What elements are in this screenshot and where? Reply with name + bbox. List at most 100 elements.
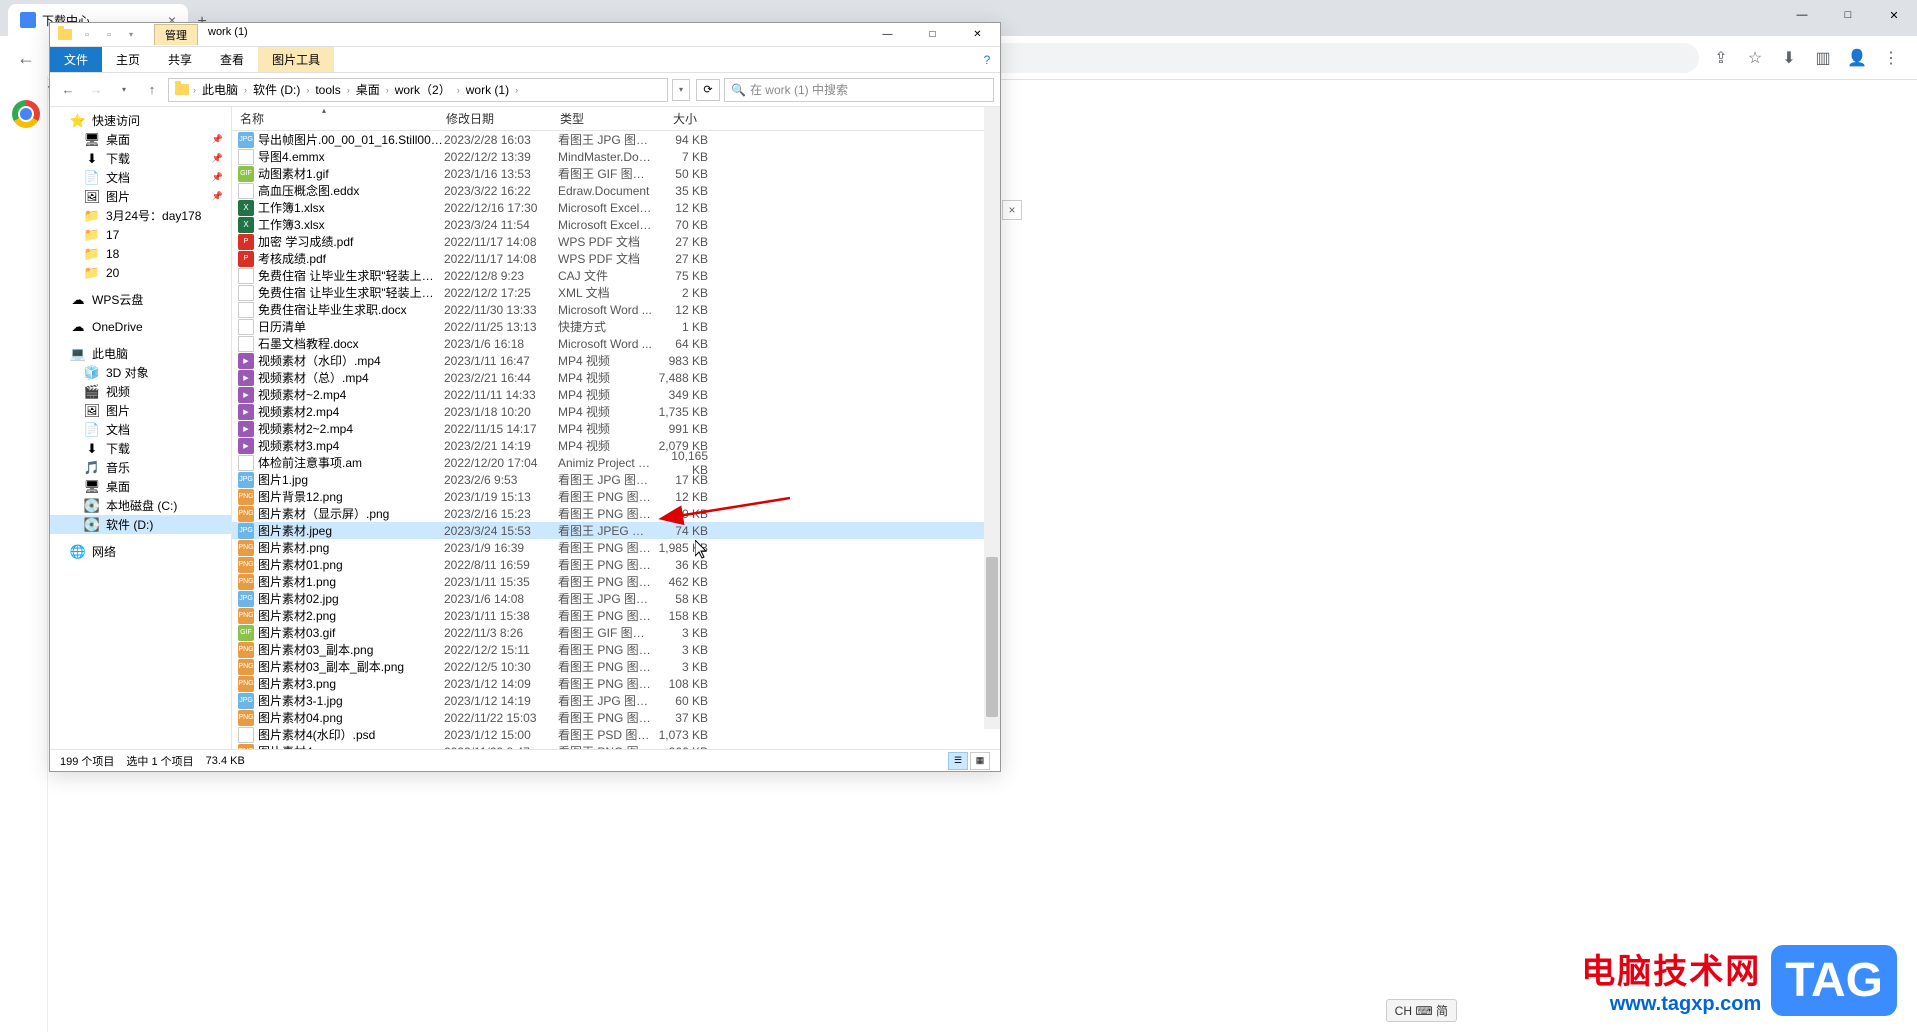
breadcrumb[interactable]: › 此电脑›软件 (D:)›tools›桌面›work（2）›work (1)›: [168, 78, 668, 102]
file-list[interactable]: JPG 导出帧图片.00_00_01_16.Still001.jpg 2023/…: [232, 131, 1000, 749]
ribbon-tab-file[interactable]: 文件: [50, 47, 102, 72]
column-date[interactable]: 修改日期: [438, 110, 552, 127]
back-button[interactable]: ←: [12, 44, 40, 72]
file-row[interactable]: 导图4.emmx 2022/12/2 13:39 MindMaster.Doc.…: [232, 148, 1000, 165]
file-row[interactable]: X 工作簿1.xlsx 2022/12/16 17:30 Microsoft E…: [232, 199, 1000, 216]
file-row[interactable]: JPG 图片素材.jpeg 2023/3/24 15:53 看图王 JPEG 图…: [232, 522, 1000, 539]
minimize-button[interactable]: —: [865, 23, 910, 47]
nav-item[interactable]: 💻此电脑: [50, 344, 231, 363]
scrollbar[interactable]: [984, 107, 1000, 729]
ribbon-tab-view[interactable]: 查看: [206, 47, 258, 72]
share-icon[interactable]: ⇪: [1707, 44, 1735, 72]
nav-item[interactable]: 📁17: [50, 225, 231, 244]
file-row[interactable]: PNG 图片素材.png 2023/1/9 16:39 看图王 PNG 图片..…: [232, 539, 1000, 556]
nav-up-button[interactable]: ↑: [140, 78, 164, 102]
breadcrumb-dropdown[interactable]: ▾: [672, 79, 690, 101]
file-row[interactable]: P 加密 学习成绩.pdf 2022/11/17 14:08 WPS PDF 文…: [232, 233, 1000, 250]
breadcrumb-segment[interactable]: 软件 (D:): [249, 81, 304, 98]
file-row[interactable]: PNG 图片素材4.png 2022/11/29 8:47 看图王 PNG 图片…: [232, 743, 1000, 749]
file-row[interactable]: 免费住宿让毕业生求职.docx 2022/11/30 13:33 Microso…: [232, 301, 1000, 318]
search-input[interactable]: 🔍 在 work (1) 中搜索: [724, 78, 994, 102]
nav-item[interactable]: 📁18: [50, 244, 231, 263]
file-row[interactable]: PNG 图片背景12.png 2023/1/19 15:13 看图王 PNG 图…: [232, 488, 1000, 505]
menu-icon[interactable]: ⋮: [1877, 44, 1905, 72]
help-icon[interactable]: ?: [974, 47, 1000, 72]
file-row[interactable]: 免费住宿 让毕业生求职"轻装上阵".xml 2022/12/2 17:25 XM…: [232, 284, 1000, 301]
file-row[interactable]: 高血压概念图.eddx 2023/3/22 16:22 Edraw.Docume…: [232, 182, 1000, 199]
close-button[interactable]: ✕: [955, 23, 1000, 47]
file-row[interactable]: ▶ 视频素材（水印）.mp4 2023/1/11 16:47 MP4 视频 98…: [232, 352, 1000, 369]
nav-item[interactable]: 📁20: [50, 263, 231, 282]
breadcrumb-segment[interactable]: 此电脑: [198, 81, 242, 98]
scrollbar-thumb[interactable]: [986, 557, 998, 717]
nav-item[interactable]: 🖼图片: [50, 401, 231, 420]
file-row[interactable]: JPG 导出帧图片.00_00_01_16.Still001.jpg 2023/…: [232, 131, 1000, 148]
breadcrumb-segment[interactable]: 桌面: [352, 81, 384, 98]
file-row[interactable]: ▶ 视频素材~2.mp4 2022/11/11 14:33 MP4 视频 349…: [232, 386, 1000, 403]
nav-item[interactable]: 🖥桌面: [50, 477, 231, 496]
nav-item[interactable]: 📄文档: [50, 420, 231, 439]
chrome-maximize-button[interactable]: □: [1825, 0, 1871, 30]
nav-item[interactable]: 🖥桌面📌: [50, 130, 231, 149]
ribbon-tab-home[interactable]: 主页: [102, 47, 154, 72]
qat-icon[interactable]: ▫: [100, 26, 118, 44]
nav-item[interactable]: 🖼图片📌: [50, 187, 231, 206]
nav-item[interactable]: 🎬视频: [50, 382, 231, 401]
file-row[interactable]: ▶ 视频素材2~2.mp4 2022/11/15 14:17 MP4 视频 99…: [232, 420, 1000, 437]
chrome-close-button[interactable]: ✕: [1871, 0, 1917, 30]
file-row[interactable]: 石墨文档教程.docx 2023/1/6 16:18 Microsoft Wor…: [232, 335, 1000, 352]
column-name[interactable]: 名称: [232, 110, 438, 127]
nav-forward-button[interactable]: →: [84, 78, 108, 102]
nav-item[interactable]: 💽软件 (D:): [50, 515, 231, 534]
file-row[interactable]: GIF 动图素材1.gif 2023/1/16 13:53 看图王 GIF 图片…: [232, 165, 1000, 182]
nav-item[interactable]: 🌐网络: [50, 542, 231, 561]
file-row[interactable]: PNG 图片素材1.png 2023/1/11 15:35 看图王 PNG 图片…: [232, 573, 1000, 590]
qat-dropdown-icon[interactable]: ▾: [122, 26, 140, 44]
file-row[interactable]: PNG 图片素材（显示屏）.png 2023/2/16 15:23 看图王 PN…: [232, 505, 1000, 522]
nav-back-button[interactable]: ←: [56, 78, 80, 102]
file-row[interactable]: PNG 图片素材03_副本_副本.png 2022/12/5 10:30 看图王…: [232, 658, 1000, 675]
nav-history-dropdown[interactable]: ▾: [112, 78, 136, 102]
nav-item[interactable]: 📁3月24号：day178: [50, 206, 231, 225]
maximize-button[interactable]: □: [910, 23, 955, 47]
file-row[interactable]: PNG 图片素材03_副本.png 2022/12/2 15:11 看图王 PN…: [232, 641, 1000, 658]
qat-icon[interactable]: ▫: [78, 26, 96, 44]
breadcrumb-segment[interactable]: tools: [311, 83, 344, 97]
sidepanel-icon[interactable]: ▥: [1809, 44, 1837, 72]
file-row[interactable]: ▶ 视频素材2.mp4 2023/1/18 10:20 MP4 视频 1,735…: [232, 403, 1000, 420]
nav-item[interactable]: 💽本地磁盘 (C:): [50, 496, 231, 515]
ribbon-tab-picture-tools[interactable]: 图片工具: [258, 47, 334, 72]
dialog-close-button[interactable]: ×: [1002, 200, 1022, 220]
nav-item[interactable]: 📄文档📌: [50, 168, 231, 187]
file-row[interactable]: ▶ 视频素材（总）.mp4 2023/2/21 16:44 MP4 视频 7,4…: [232, 369, 1000, 386]
file-row[interactable]: PNG 图片素材2.png 2023/1/11 15:38 看图王 PNG 图片…: [232, 607, 1000, 624]
breadcrumb-segment[interactable]: work（2）: [391, 81, 455, 98]
breadcrumb-segment[interactable]: work (1): [462, 83, 513, 97]
refresh-button[interactable]: ⟳: [696, 79, 720, 101]
star-icon[interactable]: ☆: [1741, 44, 1769, 72]
file-row[interactable]: 体检前注意事项.am 2022/12/20 17:04 Animiz Proje…: [232, 454, 1000, 471]
chrome-minimize-button[interactable]: —: [1779, 0, 1825, 30]
file-row[interactable]: P 考核成绩.pdf 2022/11/17 14:08 WPS PDF 文档 2…: [232, 250, 1000, 267]
chrome-app-icon[interactable]: [12, 100, 40, 128]
download-icon[interactable]: ⬇: [1775, 44, 1803, 72]
ribbon-tab-share[interactable]: 共享: [154, 47, 206, 72]
file-row[interactable]: 图片素材4(水印）.psd 2023/1/12 15:00 看图王 PSD 图片…: [232, 726, 1000, 743]
thumbnails-view-button[interactable]: ▦: [970, 752, 990, 770]
nav-item[interactable]: ☁WPS云盘: [50, 290, 231, 309]
file-row[interactable]: PNG 图片素材01.png 2022/8/11 16:59 看图王 PNG 图…: [232, 556, 1000, 573]
nav-item[interactable]: ☁OneDrive: [50, 317, 231, 336]
file-row[interactable]: JPG 图片1.jpg 2023/2/6 9:53 看图王 JPG 图片... …: [232, 471, 1000, 488]
nav-item[interactable]: 🧊3D 对象: [50, 363, 231, 382]
ime-indicator[interactable]: CH ⌨ 简: [1386, 999, 1457, 1022]
details-view-button[interactable]: ☰: [948, 752, 968, 770]
column-type[interactable]: 类型: [552, 110, 646, 127]
nav-item[interactable]: ⭐快速访问: [50, 111, 231, 130]
nav-item[interactable]: ⬇下载📌: [50, 149, 231, 168]
profile-icon[interactable]: 👤: [1843, 44, 1871, 72]
file-row[interactable]: PNG 图片素材04.png 2022/11/22 15:03 看图王 PNG …: [232, 709, 1000, 726]
navigation-pane[interactable]: ⭐快速访问🖥桌面📌⬇下载📌📄文档📌🖼图片📌📁3月24号：day178📁17📁18…: [50, 107, 232, 749]
file-row[interactable]: PNG 图片素材3.png 2023/1/12 14:09 看图王 PNG 图片…: [232, 675, 1000, 692]
column-size[interactable]: 大小: [646, 110, 706, 127]
nav-item[interactable]: 🎵音乐: [50, 458, 231, 477]
